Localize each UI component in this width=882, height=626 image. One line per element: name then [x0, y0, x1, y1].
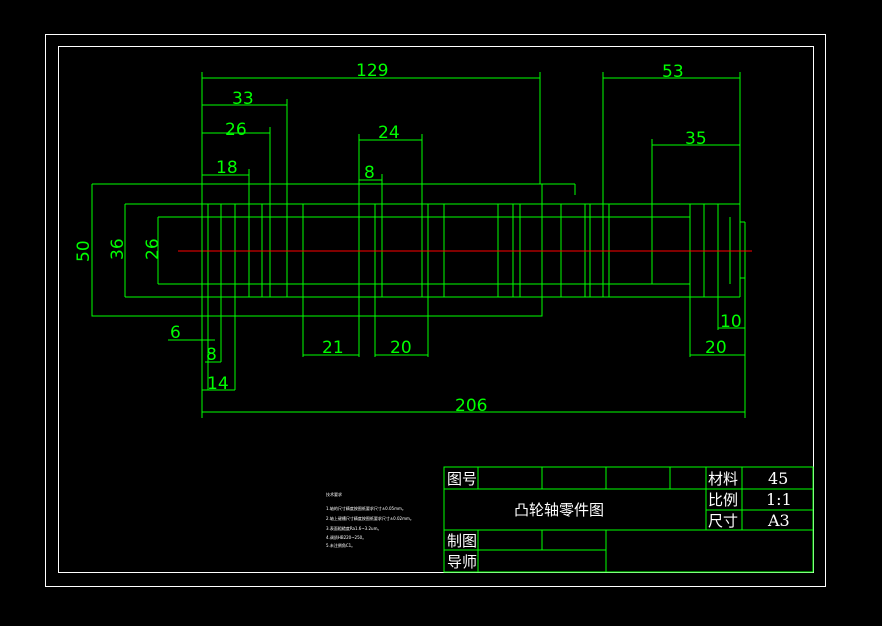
- drawing-number-label: 图号: [447, 470, 477, 488]
- scale-label: 比例: [708, 491, 738, 509]
- material-label: 材料: [708, 470, 738, 488]
- dim-53: 53: [662, 62, 684, 82]
- dim-6: 6: [170, 323, 181, 343]
- svg-text:4.调质HB220~250。: 4.调质HB220~250。: [326, 534, 366, 540]
- shaft-outline: [91, 183, 746, 317]
- size-label: 尺寸: [708, 512, 738, 530]
- dim-18: 18: [216, 158, 238, 178]
- drafter-label: 制图: [447, 532, 477, 550]
- dim-14: 14: [207, 374, 229, 394]
- cad-drawing: 129 33 26 18 24 8 53 35 50 36 26 6 8 14 …: [45, 34, 826, 587]
- dim-20-center: 20: [390, 338, 412, 358]
- dim-26-vertical: 26: [143, 238, 163, 260]
- svg-text:5.未注倒角C1。: 5.未注倒角C1。: [326, 542, 355, 548]
- dim-35: 35: [685, 129, 707, 149]
- dim-20-right: 20: [705, 338, 727, 358]
- scale-value: 1:1: [766, 490, 792, 509]
- svg-text:2.轴上键槽尺寸精度按图纸要求尺寸±0.02mm。: 2.轴上键槽尺寸精度按图纸要求尺寸±0.02mm。: [326, 515, 414, 521]
- svg-text:3.表面粗糙度Ra1.6~3.2um。: 3.表面粗糙度Ra1.6~3.2um。: [326, 525, 381, 531]
- material-value: 45: [768, 469, 788, 488]
- dim-36: 36: [108, 238, 128, 260]
- technical-notes: 技术要求 1.轴的尺寸精度按图纸要求尺寸±0.05mm。 2.轴上键槽尺寸精度按…: [326, 491, 414, 548]
- dim-129: 129: [356, 61, 388, 81]
- dim-206: 206: [455, 396, 487, 416]
- svg-text:1.轴的尺寸精度按图纸要求尺寸±0.05mm。: 1.轴的尺寸精度按图纸要求尺寸±0.05mm。: [326, 505, 406, 511]
- dim-8-top: 8: [364, 163, 375, 183]
- dim-33: 33: [232, 89, 254, 109]
- svg-text:技术要求: 技术要求: [326, 491, 342, 497]
- title-block: [443, 466, 814, 573]
- dim-26-horizontal: 26: [225, 120, 247, 140]
- dimension-lines-top: [201, 72, 741, 418]
- dim-21: 21: [322, 338, 344, 358]
- size-value: A3: [767, 511, 790, 530]
- dim-50: 50: [74, 240, 94, 262]
- dim-8-bottom: 8: [206, 345, 217, 365]
- dim-24: 24: [378, 123, 400, 143]
- instructor-label: 导师: [447, 553, 477, 571]
- dim-10: 10: [720, 312, 742, 332]
- inner-frame: [58, 46, 814, 573]
- drawing-title: 凸轮轴零件图: [514, 501, 604, 519]
